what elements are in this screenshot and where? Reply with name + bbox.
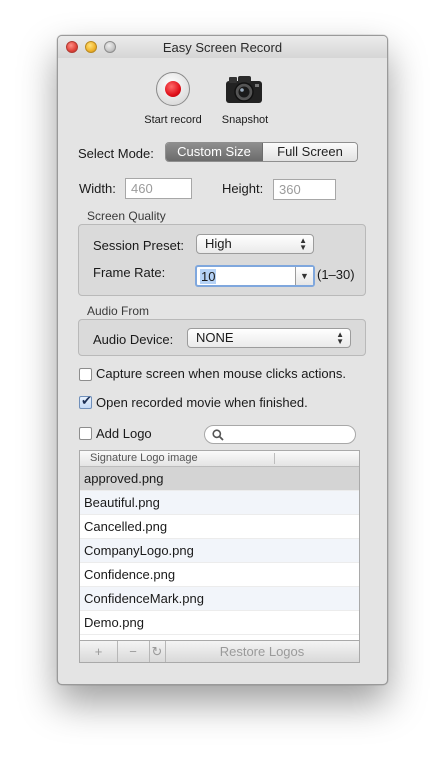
screen-quality-title: Screen Quality bbox=[87, 209, 166, 223]
table-row[interactable]: CompanyLogo.png bbox=[80, 539, 359, 563]
remove-logo-button[interactable]: − bbox=[117, 641, 150, 662]
table-bottom-bar: + − ↻ Restore Logos bbox=[79, 640, 360, 663]
column-divider bbox=[274, 453, 275, 464]
frame-rate-range: (1–30) bbox=[317, 267, 355, 282]
restore-logos-button[interactable]: Restore Logos bbox=[165, 641, 359, 662]
logo-search-field[interactable] bbox=[204, 425, 356, 444]
main-window: Easy Screen Record Start record Snapshot… bbox=[57, 35, 388, 685]
table-row[interactable]: Cancelled.png bbox=[80, 515, 359, 539]
table-row[interactable]: Confidence.png bbox=[80, 563, 359, 587]
audio-box: Audio Device: NONE ▲ ▼ bbox=[78, 319, 366, 356]
height-field[interactable]: 360 bbox=[273, 179, 336, 200]
session-preset-label: Session Preset: bbox=[93, 238, 185, 253]
add-logo-button[interactable]: + bbox=[80, 641, 118, 662]
add-logo-label[interactable]: Add Logo bbox=[96, 426, 152, 441]
checkmark-icon: ✔ bbox=[81, 393, 92, 408]
open-movie-checkbox[interactable]: ✔ bbox=[79, 393, 92, 409]
audio-from-title: Audio From bbox=[87, 304, 150, 318]
open-movie-label[interactable]: Open recorded movie when finished. bbox=[96, 395, 308, 410]
frame-rate-label: Frame Rate: bbox=[93, 265, 166, 280]
capture-clicks-label[interactable]: Capture screen when mouse clicks actions… bbox=[96, 366, 346, 381]
audio-device-label: Audio Device: bbox=[93, 332, 174, 347]
record-dot-icon bbox=[165, 81, 181, 97]
logo-table[interactable]: Signature Logo image approved.png Beauti… bbox=[79, 450, 360, 662]
frame-rate-combo[interactable]: 10 ▼ bbox=[195, 265, 315, 287]
table-row[interactable]: Beautiful.png bbox=[80, 491, 359, 515]
table-row[interactable]: approved.png bbox=[80, 467, 359, 491]
add-logo-checkbox[interactable] bbox=[79, 427, 92, 440]
chevron-down-icon[interactable]: ▼ bbox=[295, 267, 313, 285]
popup-arrows-icon: ▲ ▼ bbox=[299, 236, 307, 252]
frame-rate-value[interactable]: 10 bbox=[200, 269, 217, 284]
refresh-icon[interactable]: ↻ bbox=[149, 641, 166, 662]
width-label: Width: bbox=[79, 181, 116, 196]
table-row[interactable]: Demo.png bbox=[80, 611, 359, 635]
capture-clicks-checkbox[interactable] bbox=[79, 368, 92, 381]
title-bar[interactable]: Easy Screen Record bbox=[58, 36, 387, 58]
mode-segmented-control[interactable]: Custom Size Full Screen bbox=[165, 142, 358, 162]
start-record-label[interactable]: Start record bbox=[136, 114, 210, 126]
table-header[interactable]: Signature Logo image bbox=[80, 451, 359, 467]
select-mode-label: Select Mode: bbox=[78, 146, 154, 161]
custom-size-segment[interactable]: Custom Size bbox=[166, 143, 263, 161]
session-preset-value: High bbox=[205, 236, 232, 251]
window-title: Easy Screen Record bbox=[162, 40, 283, 55]
table-row[interactable]: ConfidenceMark.png bbox=[80, 587, 359, 611]
height-label: Height: bbox=[222, 181, 264, 196]
snapshot-label[interactable]: Snapshot bbox=[209, 114, 281, 126]
session-preset-popup[interactable]: High ▲ ▼ bbox=[196, 234, 314, 254]
width-field[interactable]: 460 bbox=[125, 178, 192, 199]
signature-logo-column-header[interactable]: Signature Logo image bbox=[90, 452, 198, 464]
audio-device-popup[interactable]: NONE ▲ ▼ bbox=[187, 328, 351, 348]
search-icon bbox=[212, 429, 224, 441]
record-icon[interactable] bbox=[156, 72, 190, 106]
camera-icon[interactable] bbox=[224, 73, 264, 105]
full-screen-segment[interactable]: Full Screen bbox=[263, 143, 357, 161]
audio-device-value: NONE bbox=[196, 330, 234, 345]
popup-arrows-icon: ▲ ▼ bbox=[336, 330, 344, 346]
